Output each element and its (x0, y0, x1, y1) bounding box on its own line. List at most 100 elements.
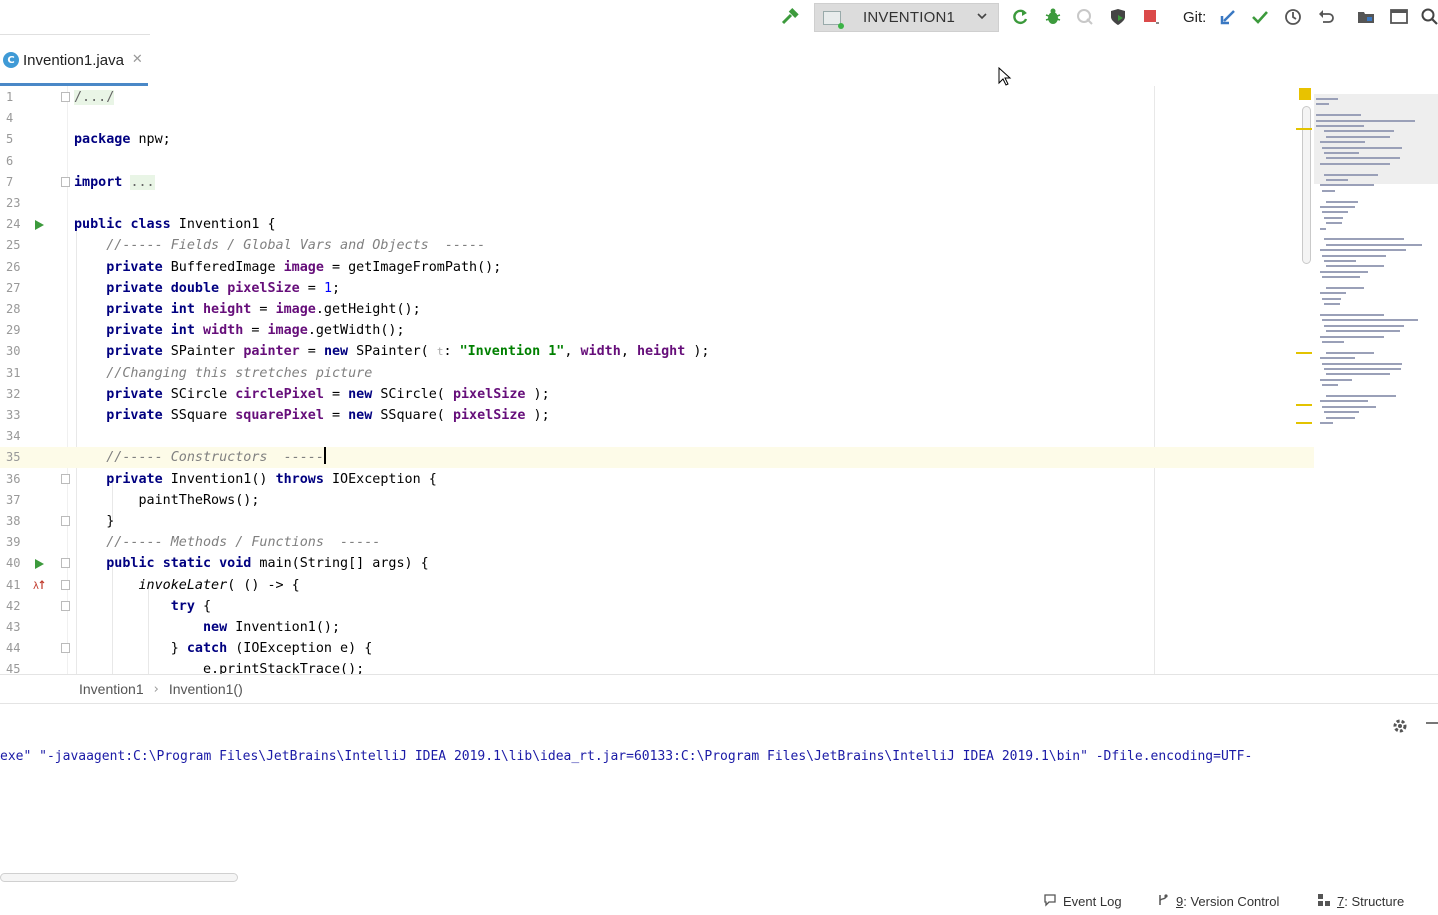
git-history-clock-icon[interactable] (1283, 7, 1303, 27)
search-icon[interactable] (1420, 7, 1438, 27)
line-number[interactable]: 5 (0, 129, 22, 150)
breadcrumb-method[interactable]: Invention1() (169, 681, 243, 697)
code-line[interactable]: 4 (0, 108, 1314, 129)
code-line[interactable]: 39 //----- Methods / Functions ----- (0, 532, 1314, 553)
error-stripe-mark[interactable] (1296, 128, 1312, 130)
version-control-button[interactable]: 9 : Version Control (1156, 893, 1279, 910)
close-icon[interactable]: ✕ (132, 52, 143, 67)
coverage-icon[interactable] (1075, 7, 1095, 27)
code-line[interactable]: 42 try { (0, 596, 1314, 617)
fold-marker-icon[interactable] (61, 643, 70, 654)
line-number[interactable]: 4 (0, 108, 22, 129)
code-line[interactable]: 35 //----- Constructors ----- (0, 447, 1314, 469)
error-stripe-mark[interactable] (1296, 422, 1312, 424)
fold-marker-icon[interactable] (61, 473, 70, 484)
code-line[interactable]: 1 /.../ (0, 87, 1314, 108)
code-line[interactable]: 34 (0, 426, 1314, 447)
code-line[interactable]: 28 private int height = image.getHeight(… (0, 299, 1314, 320)
line-number[interactable]: 6 (0, 151, 22, 172)
line-number[interactable]: 25 (0, 235, 22, 256)
line-number[interactable]: 32 (0, 384, 22, 405)
fold-marker-icon[interactable] (61, 92, 70, 102)
line-number[interactable]: 43 (0, 617, 22, 638)
code-line[interactable]: 23 (0, 193, 1314, 214)
line-number[interactable]: 34 (0, 426, 22, 447)
code-line[interactable]: 38 } (0, 511, 1314, 532)
line-number[interactable]: 28 (0, 299, 22, 320)
code-line[interactable]: 41 λ invokeLater( () -> { (0, 575, 1314, 596)
line-number[interactable]: 29 (0, 320, 22, 341)
code-line[interactable]: 27 private double pixelSize = 1; (0, 278, 1314, 299)
code-line[interactable]: 43 new Invention1(); (0, 617, 1314, 638)
line-number[interactable]: 42 (0, 596, 22, 617)
line-number[interactable]: 31 (0, 363, 22, 384)
line-number[interactable]: 45 (0, 659, 22, 674)
console-horizontal-scrollbar[interactable] (0, 873, 238, 882)
line-number[interactable]: 44 (0, 638, 22, 659)
fold-marker-icon[interactable] (61, 600, 70, 611)
code-line[interactable]: 45 e.printStackTrace(); (0, 659, 1314, 674)
code-line[interactable]: 40 public static void main(String[] args… (0, 553, 1314, 574)
presentation-mode-icon[interactable] (1389, 7, 1409, 27)
code-line[interactable]: 32 private SCircle circlePixel = new SCi… (0, 384, 1314, 405)
code-line[interactable]: 33 private SSquare squarePixel = new SSq… (0, 405, 1314, 426)
line-number[interactable]: 27 (0, 278, 22, 299)
minimize-icon[interactable] (1425, 713, 1438, 736)
run-configuration-select[interactable]: INVENTION1 (814, 3, 999, 32)
fold-marker-icon[interactable] (61, 516, 70, 526)
code-line[interactable]: 44 } catch (IOException e) { (0, 638, 1314, 659)
code-line[interactable]: 5 package npw; (0, 129, 1314, 150)
inspection-warning-icon[interactable] (1299, 88, 1311, 100)
code-line[interactable]: 36 private Invention1() throws IOExcepti… (0, 469, 1314, 490)
code-line[interactable]: 31 //Changing this stretches picture (0, 363, 1314, 384)
tab-invention1-java[interactable]: C Invention1.java ✕ (0, 43, 148, 86)
code-line[interactable]: 7 import ... (0, 172, 1314, 193)
git-update-icon[interactable] (1218, 7, 1238, 27)
profile-run-icon[interactable] (1108, 7, 1128, 27)
git-commit-check-icon[interactable] (1250, 7, 1270, 27)
rerun-icon[interactable] (1010, 7, 1030, 27)
run-gutter-icon[interactable] (32, 553, 46, 574)
line-number[interactable]: 35 (0, 447, 22, 468)
code-line[interactable]: 6 (0, 151, 1314, 172)
error-stripe-mark[interactable] (1296, 352, 1312, 354)
line-number[interactable]: 38 (0, 511, 22, 532)
stop-icon[interactable] (1141, 7, 1161, 27)
breadcrumb-class[interactable]: Invention1 (79, 681, 144, 697)
line-number[interactable]: 1 (0, 87, 22, 108)
git-rollback-icon[interactable] (1316, 7, 1336, 27)
run-console[interactable]: exe" "-javaagent:C:\Program Files\JetBra… (0, 705, 1438, 885)
line-number[interactable]: 24 (0, 214, 22, 235)
line-number[interactable]: 37 (0, 490, 22, 511)
minimap-line (1324, 260, 1356, 262)
line-number[interactable]: 33 (0, 405, 22, 426)
debug-bug-icon[interactable] (1043, 7, 1063, 27)
run-gutter-icon[interactable] (32, 214, 46, 235)
line-number[interactable]: 36 (0, 469, 22, 490)
line-number[interactable]: 23 (0, 193, 22, 214)
line-number[interactable]: 40 (0, 553, 22, 574)
line-number[interactable]: 26 (0, 257, 22, 278)
code-line[interactable]: 37 paintTheRows(); (0, 490, 1314, 511)
project-structure-icon[interactable] (1356, 7, 1376, 27)
structure-button[interactable]: 7 : Structure (1317, 893, 1404, 910)
event-log-button[interactable]: Event Log (1043, 893, 1122, 910)
code-minimap[interactable] (1314, 94, 1438, 434)
line-number[interactable]: 39 (0, 532, 22, 553)
line-number[interactable]: 41 (0, 575, 22, 596)
lambda-gutter-icon[interactable]: λ (32, 575, 46, 596)
code-editor[interactable]: 1 /.../ 4 5 package npw; 6 7 import ... 23 24 publ… (0, 86, 1438, 674)
code-line[interactable]: 29 private int width = image.getWidth(); (0, 320, 1314, 341)
code-line[interactable]: 30 private SPainter painter = new SPaint… (0, 341, 1314, 362)
fold-marker-icon[interactable] (61, 558, 70, 569)
line-number[interactable]: 7 (0, 172, 22, 193)
code-line[interactable]: 26 private BufferedImage image = getImag… (0, 257, 1314, 278)
code-line[interactable]: 24 public class Invention1 { (0, 214, 1314, 235)
error-stripe-mark[interactable] (1296, 404, 1312, 406)
build-hammer-icon[interactable] (780, 7, 800, 27)
code-line[interactable]: 25 //----- Fields / Global Vars and Obje… (0, 235, 1314, 256)
line-number[interactable]: 30 (0, 341, 22, 362)
fold-marker-icon[interactable] (61, 176, 70, 187)
gear-icon[interactable] (1391, 717, 1409, 740)
fold-marker-icon[interactable] (61, 579, 70, 590)
